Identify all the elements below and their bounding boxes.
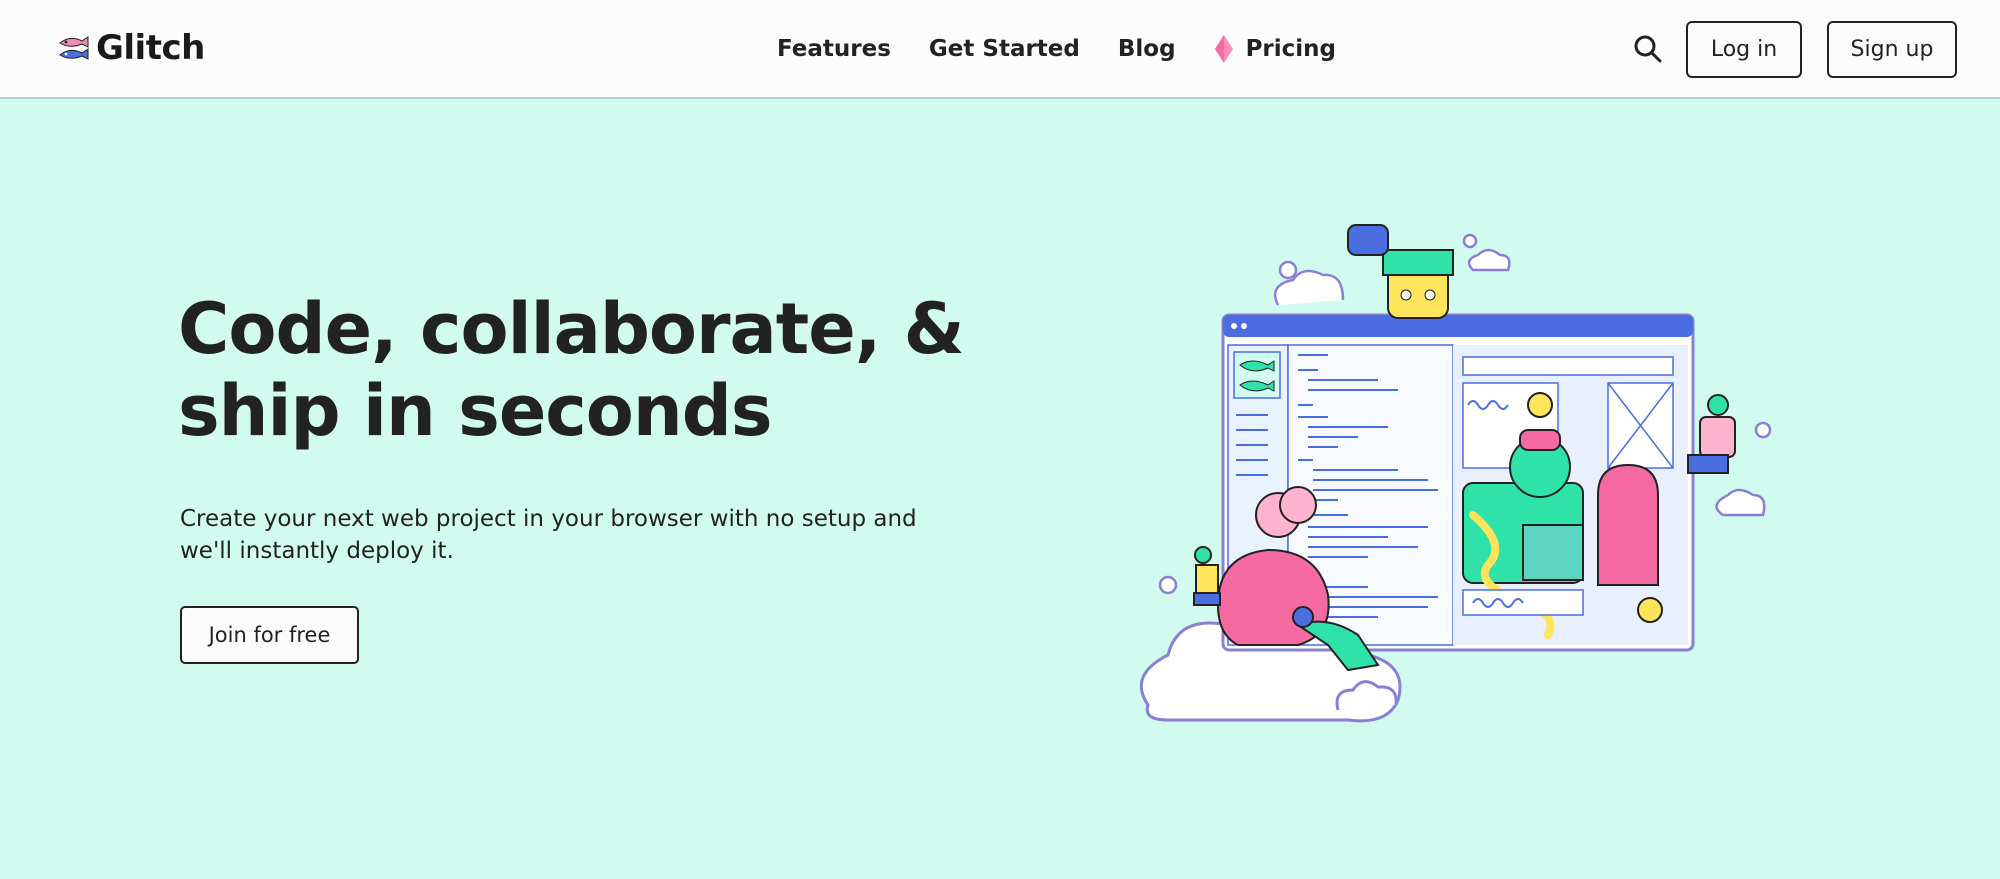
nav-item-blog[interactable]: Blog: [1118, 36, 1176, 62]
signup-button[interactable]: Sign up: [1827, 21, 1957, 78]
main-nav: Features Get Started Blog Pricing: [777, 34, 1336, 64]
hero-illustration: [1128, 205, 1788, 745]
fish-logo-icon: [59, 36, 89, 60]
search-icon: [1634, 35, 1662, 63]
join-for-free-button[interactable]: Join for free: [180, 606, 359, 664]
glitch-logo[interactable]: Glitch: [56, 28, 205, 68]
hero-title-line-2: ship in seconds: [178, 370, 773, 452]
nav-item-pricing-label: Pricing: [1245, 36, 1337, 62]
gem-icon: [1214, 35, 1233, 63]
hero-subtitle-line-1: Create your next web project in your bro…: [180, 506, 917, 532]
hero-subtitle: Create your next web project in your bro…: [180, 503, 940, 567]
nav-item-get-started[interactable]: Get Started: [929, 36, 1080, 62]
nav-item-pricing[interactable]: Pricing: [1214, 34, 1336, 64]
nav-item-features[interactable]: Features: [777, 36, 891, 62]
hero-title: Code, collaborate, & ship in seconds: [178, 288, 978, 452]
site-header: Glitch Features Get Started Blog Pricing…: [0, 0, 2000, 99]
hero-subtitle-line-2: we'll instantly deploy it.: [180, 538, 454, 564]
hero-title-line-1: Code, collaborate, &: [178, 288, 965, 370]
login-button[interactable]: Log in: [1686, 21, 1802, 78]
search-button[interactable]: [1632, 33, 1664, 65]
brand-name: Glitch: [96, 28, 205, 68]
